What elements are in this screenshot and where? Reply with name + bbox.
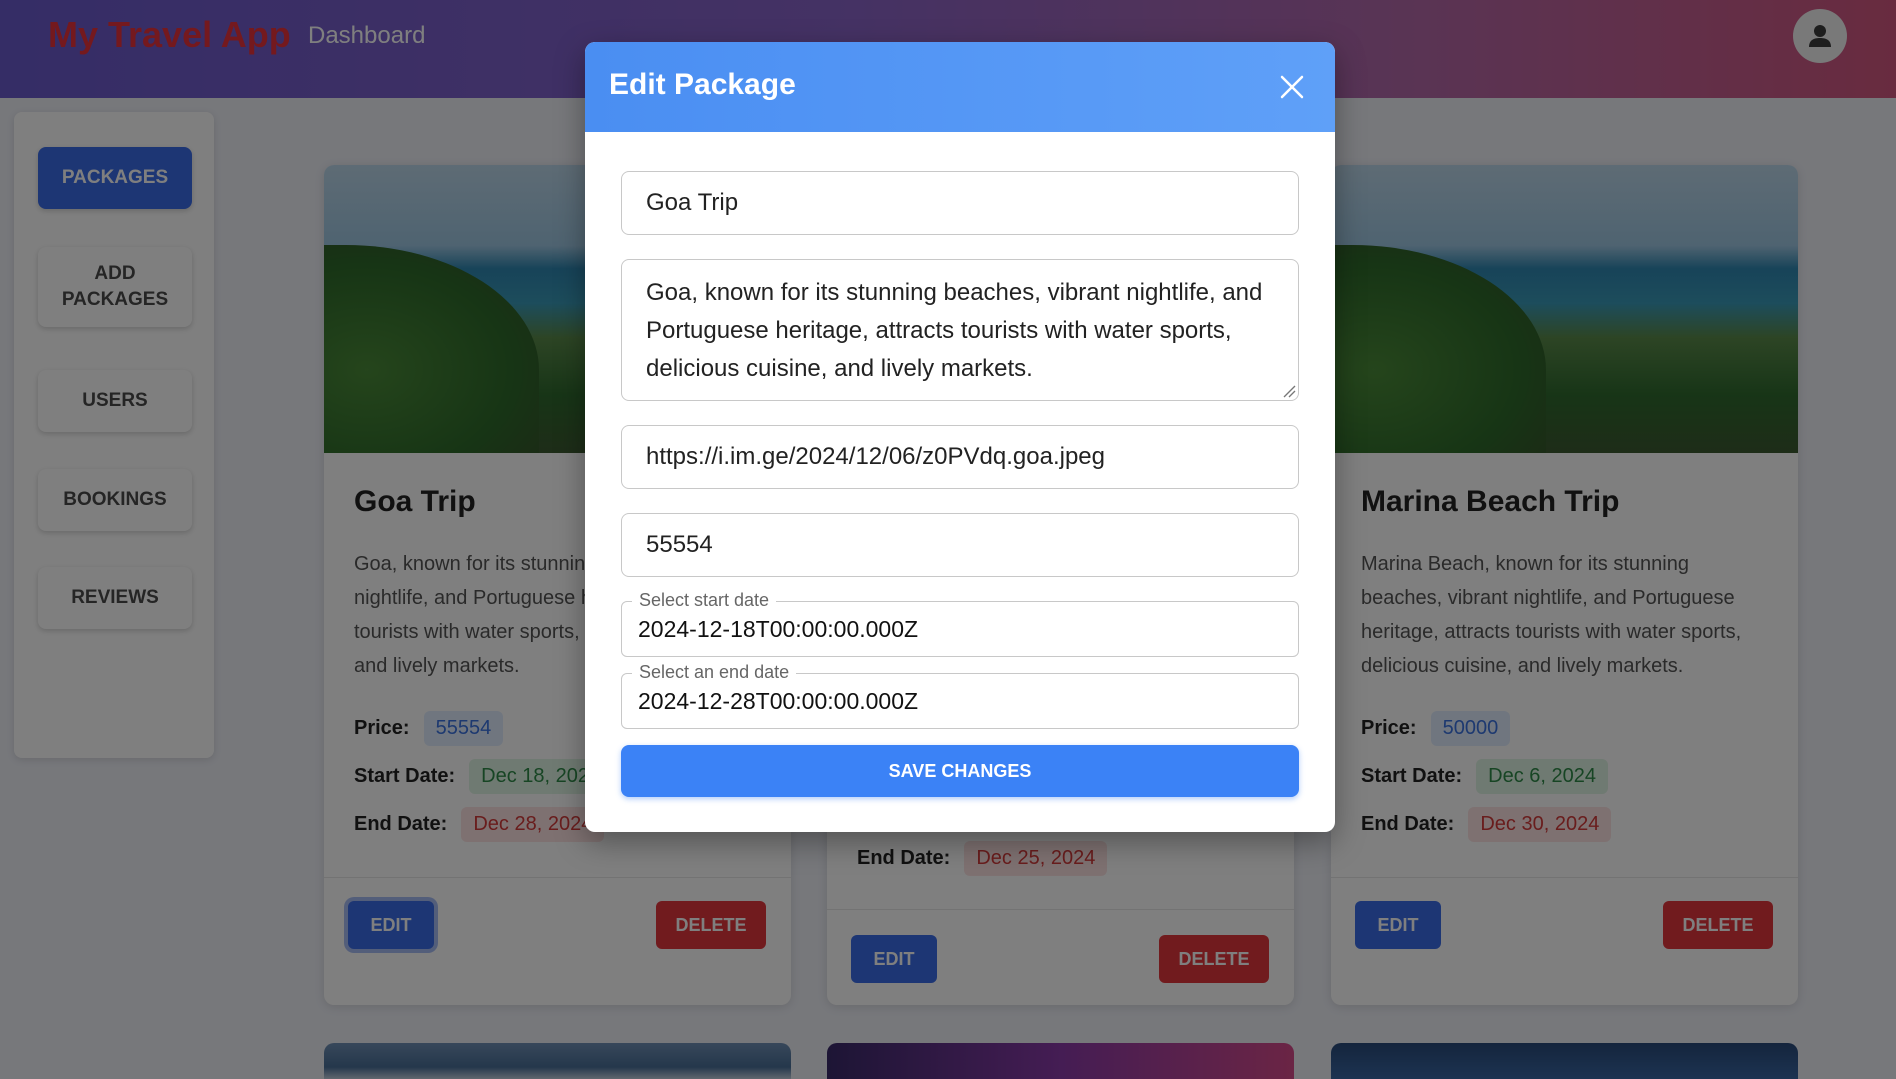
modal-title: Edit Package — [609, 68, 796, 101]
package-name-input[interactable] — [621, 171, 1299, 235]
price-input[interactable] — [621, 513, 1299, 577]
image-url-input[interactable] — [621, 425, 1299, 489]
end-date-value: 2024-12-28T00:00:00.000Z — [638, 688, 919, 714]
end-date-label: Select an end date — [632, 662, 797, 683]
modal-header: Edit Package — [585, 42, 1335, 132]
save-changes-button[interactable]: SAVE CHANGES — [621, 745, 1299, 797]
package-description-textarea[interactable]: Goa, known for its stunning beaches, vib… — [621, 259, 1299, 401]
start-date-value: 2024-12-18T00:00:00.000Z — [638, 616, 919, 642]
start-date-label: Select start date — [632, 590, 777, 611]
close-icon — [1280, 75, 1304, 99]
end-date-picker[interactable]: Select an end date 2024-12-28T00:00:00.0… — [621, 662, 1299, 729]
close-button[interactable] — [1277, 72, 1307, 102]
edit-package-modal: Edit Package Goa, known for its stunning… — [585, 42, 1335, 832]
resize-handle-icon[interactable] — [1282, 384, 1296, 398]
start-date-picker[interactable]: Select start date 2024-12-18T00:00:00.00… — [621, 590, 1299, 657]
